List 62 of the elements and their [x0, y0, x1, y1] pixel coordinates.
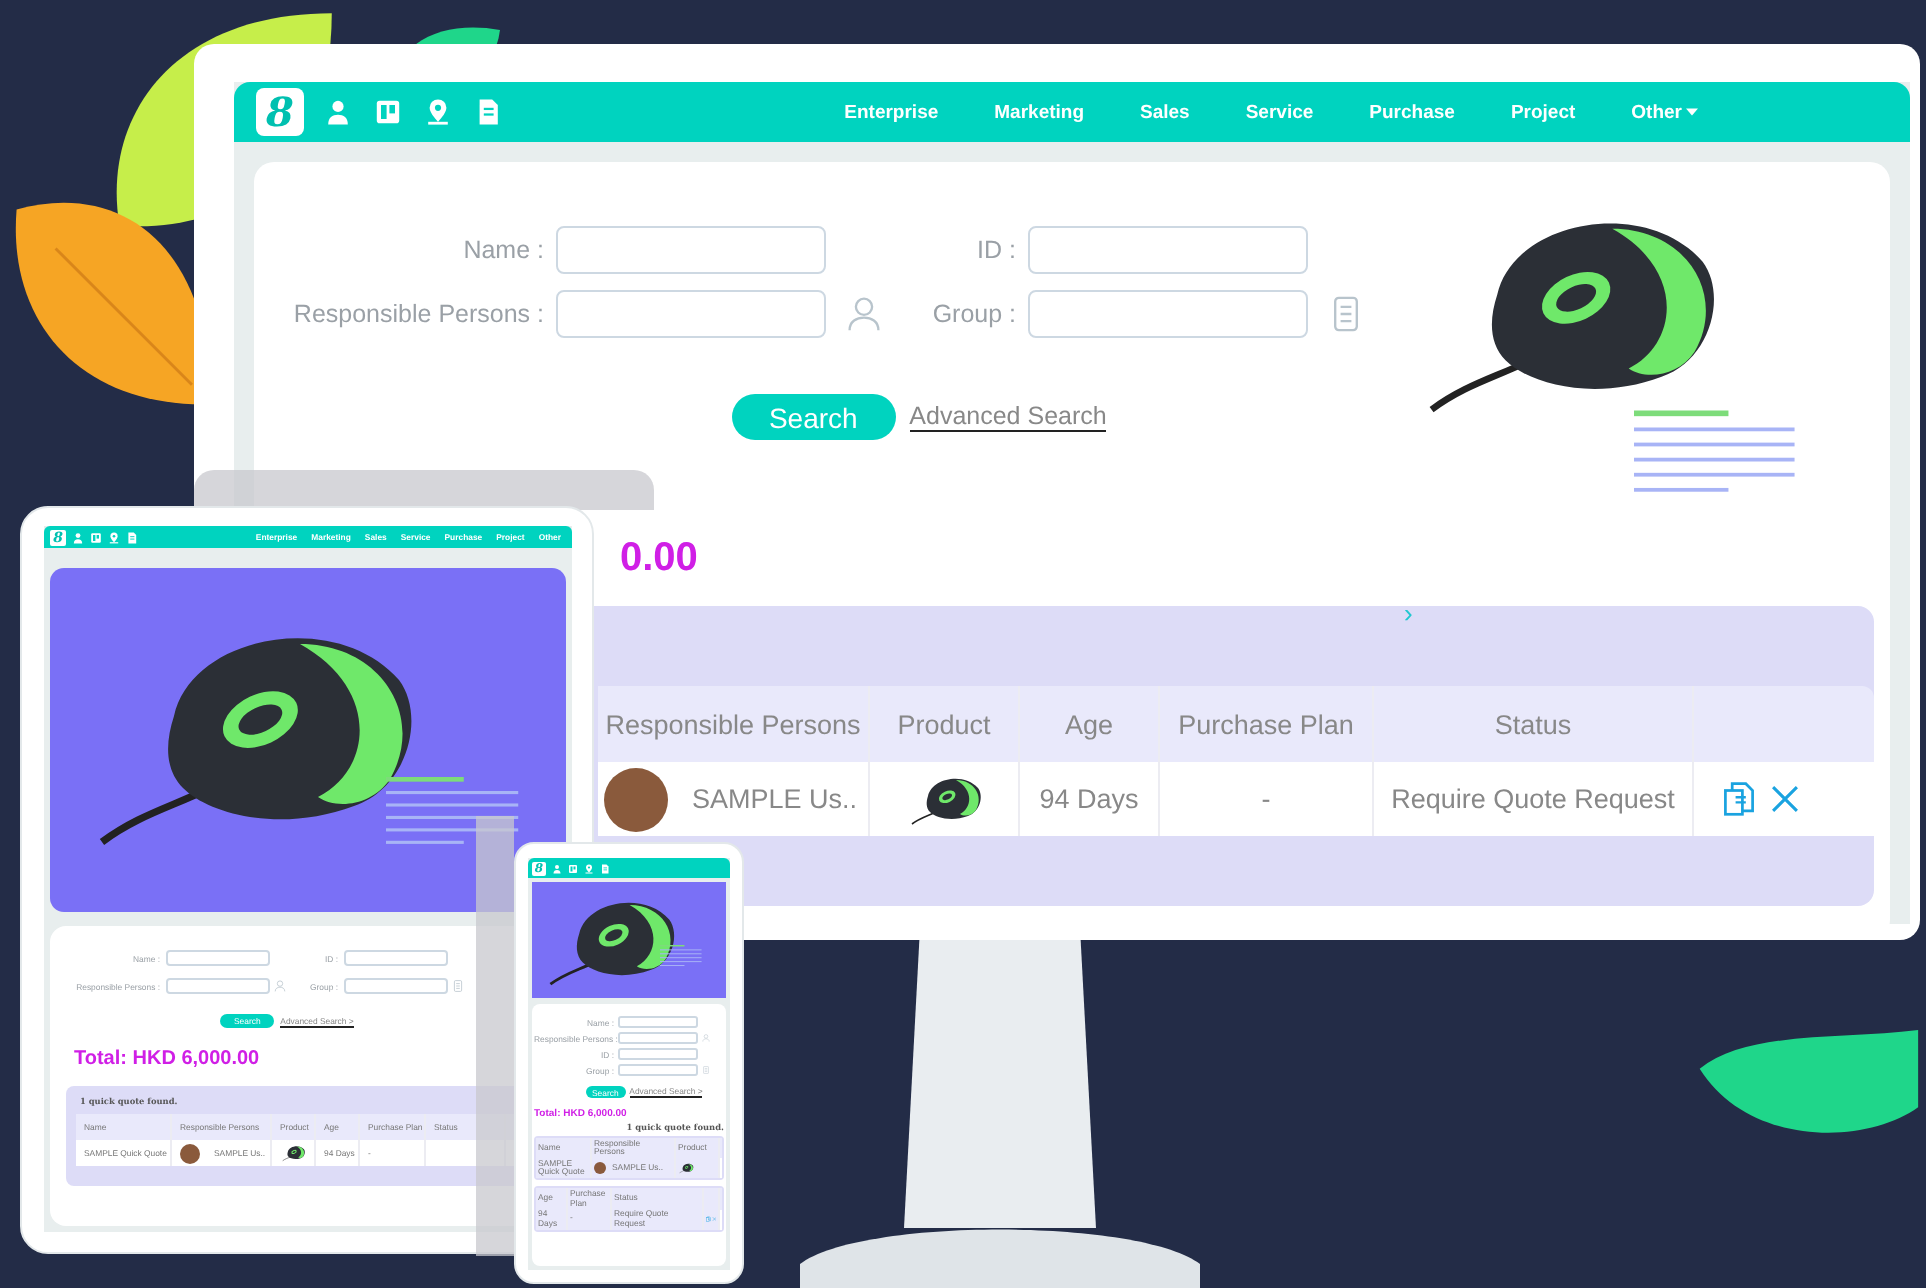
- nav-menu-item[interactable]: Purchase: [1341, 101, 1483, 123]
- location-pin-icon[interactable]: [424, 98, 452, 126]
- input-field[interactable]: [1028, 226, 1308, 274]
- nav-menu-item[interactable]: Other: [1603, 101, 1726, 123]
- field-label: Name :: [461, 236, 546, 264]
- field-label: Group :: [930, 300, 1018, 328]
- table-cell: 94 Days: [1039, 784, 1139, 814]
- board-icon[interactable]: [568, 863, 578, 873]
- input-field[interactable]: [618, 1064, 698, 1076]
- input-field[interactable]: [556, 290, 826, 338]
- user-icon[interactable]: [552, 863, 562, 873]
- copy-icon[interactable]: [1721, 782, 1755, 816]
- mouse-drawing: [280, 1144, 306, 1162]
- document-icon[interactable]: [126, 531, 138, 543]
- table-cell: -: [1261, 784, 1271, 814]
- copy-icon[interactable]: [706, 1216, 711, 1223]
- avatar: [180, 1143, 200, 1163]
- nav-menu-item[interactable]: Service: [1217, 101, 1342, 123]
- close-icon[interactable]: [711, 1216, 716, 1223]
- document-icon[interactable]: [474, 98, 502, 126]
- document-icon[interactable]: [1328, 296, 1364, 332]
- avatar: [604, 767, 668, 831]
- chevron-icon[interactable]: ›: [1404, 598, 1413, 628]
- total-amount: 0.00: [620, 536, 700, 582]
- location-pin-icon[interactable]: [108, 531, 120, 543]
- close-icon[interactable]: [1767, 782, 1801, 816]
- search-button[interactable]: Search: [731, 394, 896, 440]
- nav-menu-item[interactable]: Marketing: [966, 101, 1113, 123]
- input-field[interactable]: [344, 950, 448, 966]
- input-field[interactable]: [166, 978, 270, 994]
- avatar: [594, 1162, 606, 1175]
- advanced-search-link[interactable]: Advanced Search: [909, 402, 1107, 432]
- document-icon[interactable]: [452, 980, 464, 992]
- person-icon[interactable]: [702, 1034, 710, 1042]
- input-field[interactable]: [1028, 290, 1308, 338]
- document-icon[interactable]: [702, 1066, 710, 1074]
- field-label: Responsible Persons :: [291, 300, 546, 328]
- nav-menu-item[interactable]: Enterprise: [844, 101, 967, 123]
- field-label: ID :: [975, 236, 1018, 264]
- input-field[interactable]: [344, 978, 448, 994]
- total-amount: Total: HKD 6,000.00: [74, 1048, 262, 1070]
- nav-menu-item[interactable]: Project: [1482, 101, 1604, 123]
- user-icon[interactable]: [72, 531, 84, 543]
- input-field[interactable]: [618, 1016, 698, 1028]
- location-pin-icon[interactable]: [584, 863, 594, 873]
- input-field[interactable]: [618, 1032, 698, 1044]
- table-cell: SAMPLE Us..: [692, 784, 858, 814]
- text-lines-drawing: [660, 942, 704, 970]
- person-icon[interactable]: [846, 296, 882, 332]
- table-cell: Require Quote Request: [1391, 784, 1675, 814]
- mouse-drawing: [678, 1162, 694, 1175]
- user-icon[interactable]: [324, 98, 352, 126]
- input-field[interactable]: [166, 950, 270, 966]
- caret-icon: [1686, 108, 1698, 116]
- document-icon[interactable]: [600, 863, 610, 873]
- nav-menu-item[interactable]: Sales: [1112, 101, 1218, 123]
- person-icon[interactable]: [274, 980, 286, 992]
- board-icon[interactable]: [374, 98, 402, 126]
- input-field[interactable]: [618, 1048, 698, 1060]
- input-field[interactable]: [556, 226, 826, 274]
- app-logo[interactable]: 8: [256, 88, 304, 136]
- board-icon[interactable]: [90, 531, 102, 543]
